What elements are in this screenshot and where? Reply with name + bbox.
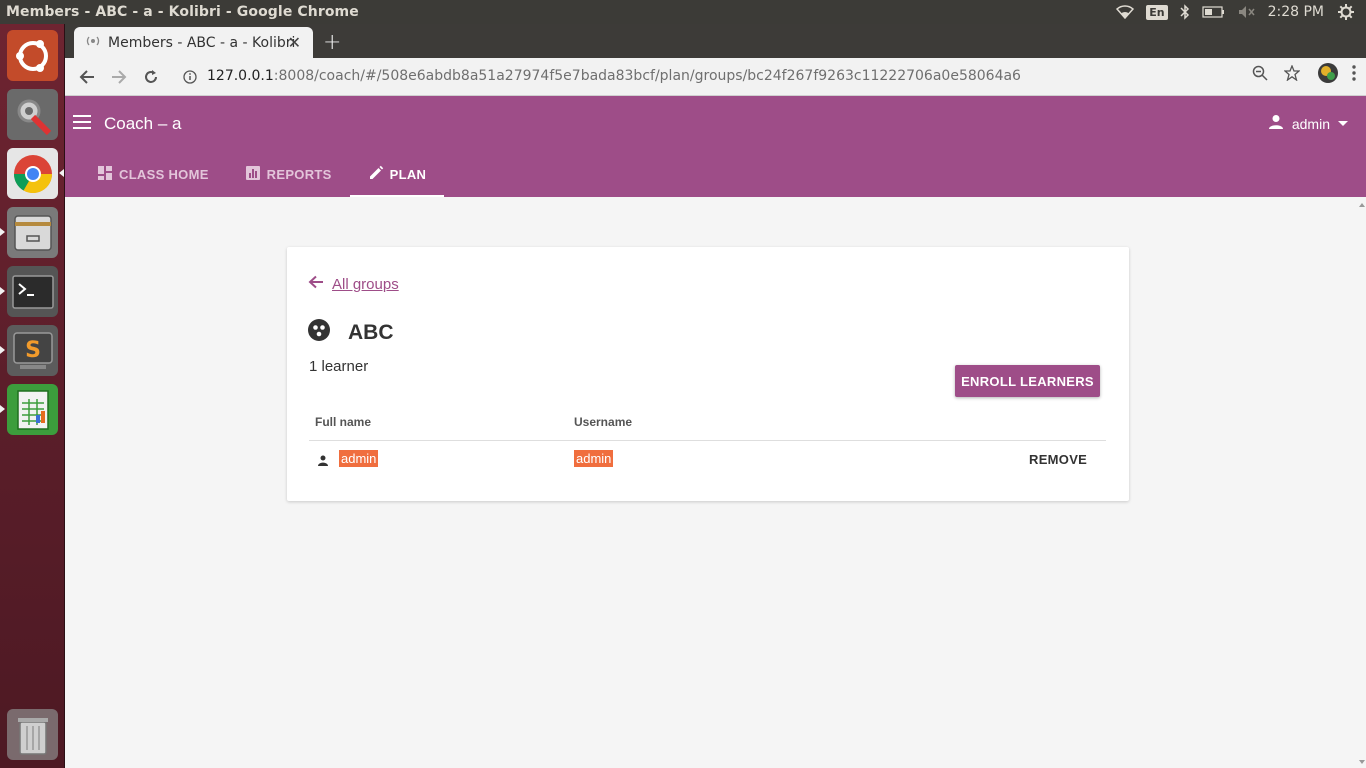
os-top-bar: Members - ABC - a - Kolibri - Google Chr… bbox=[0, 0, 1366, 24]
browser-toolbar: 127.0.0.1:8008/coach/#/508e6abdb8a51a279… bbox=[65, 58, 1366, 96]
username-label: admin bbox=[1291, 115, 1330, 132]
running-app-indicator bbox=[0, 228, 5, 236]
highlighted-full-name: admin bbox=[339, 450, 379, 467]
person-icon bbox=[1268, 114, 1284, 133]
system-tray: En 2:28 PM bbox=[1116, 0, 1366, 24]
battery-icon[interactable] bbox=[1201, 6, 1226, 18]
svg-text:S: S bbox=[25, 338, 41, 363]
running-app-indicator bbox=[0, 405, 5, 413]
scroll-down-arrow-icon[interactable] bbox=[1359, 760, 1365, 764]
window-title: Members - ABC - a - Kolibri - Google Chr… bbox=[6, 4, 359, 20]
files-icon[interactable] bbox=[7, 207, 58, 258]
trash-icon[interactable] bbox=[7, 709, 58, 760]
clock[interactable]: 2:28 PM bbox=[1268, 4, 1324, 20]
url-host: 127.0.0.1 bbox=[207, 68, 274, 84]
bar-chart-icon bbox=[245, 165, 267, 184]
forward-arrow-icon[interactable] bbox=[103, 61, 135, 93]
remove-learner-button[interactable]: REMOVE bbox=[1029, 452, 1087, 467]
highlighted-username: admin bbox=[574, 450, 614, 467]
group-card: All groups ABC 1 learner ENROLL LEARNERS… bbox=[287, 247, 1129, 501]
zoom-icon[interactable] bbox=[1252, 65, 1268, 85]
enroll-learners-button[interactable]: ENROLL LEARNERS bbox=[955, 365, 1100, 397]
column-header-username[interactable]: Username bbox=[574, 415, 632, 429]
chrome-icon[interactable] bbox=[7, 148, 58, 199]
learner-count: 1 learner bbox=[309, 358, 369, 375]
table-row-username: admin bbox=[574, 450, 614, 467]
system-settings-icon[interactable] bbox=[7, 89, 58, 140]
app-title: Coach – a bbox=[104, 114, 182, 133]
url-path: :8008/coach/#/508e6abdb8a51a27974f5e7bad… bbox=[273, 68, 1021, 84]
back-to-groups-link[interactable]: All groups bbox=[308, 275, 399, 293]
app-bar: Coach – a admin CLASS HOME REPORTS PLAN bbox=[65, 96, 1366, 197]
nav-tabs: CLASS HOME REPORTS PLAN bbox=[65, 152, 444, 197]
user-menu[interactable]: admin bbox=[1268, 114, 1348, 133]
bluetooth-icon[interactable] bbox=[1180, 4, 1190, 20]
browser-tab-title: Members - ABC - a - Kolibri bbox=[108, 34, 296, 51]
profile-avatar[interactable] bbox=[1318, 63, 1338, 87]
site-info-icon[interactable] bbox=[183, 69, 197, 88]
tab-plan[interactable]: PLAN bbox=[349, 152, 445, 197]
active-app-indicator bbox=[59, 169, 64, 177]
launcher: S bbox=[0, 24, 65, 768]
kolibri-favicon-icon bbox=[86, 33, 100, 52]
person-icon bbox=[318, 453, 328, 471]
browser-menu-icon[interactable] bbox=[1352, 65, 1356, 85]
chevron-down-icon bbox=[1338, 121, 1348, 126]
column-header-full-name[interactable]: Full name bbox=[315, 415, 371, 429]
ubuntu-dash-icon[interactable] bbox=[7, 30, 58, 81]
spreadsheet-icon[interactable] bbox=[7, 384, 58, 435]
reload-icon[interactable] bbox=[135, 61, 167, 93]
terminal-icon[interactable] bbox=[7, 266, 58, 317]
new-tab-button[interactable]: + bbox=[323, 30, 341, 55]
back-arrow-icon[interactable] bbox=[71, 61, 103, 93]
table-row-full-name: admin bbox=[339, 450, 379, 467]
gear-icon[interactable] bbox=[1338, 4, 1354, 20]
address-bar[interactable]: 127.0.0.1:8008/coach/#/508e6abdb8a51a279… bbox=[207, 68, 1021, 84]
group-header: ABC bbox=[308, 319, 394, 346]
tab-close-icon[interactable]: ✕ bbox=[288, 33, 301, 52]
back-arrow-icon bbox=[308, 275, 332, 293]
page-scrollbar[interactable] bbox=[1358, 197, 1366, 768]
scroll-up-arrow-icon[interactable] bbox=[1359, 203, 1365, 207]
browser-tab-strip: Members - ABC - a - Kolibri ✕ + bbox=[65, 24, 1366, 58]
sublime-text-icon[interactable]: S bbox=[7, 325, 58, 376]
tab-label: PLAN bbox=[389, 167, 427, 182]
group-name: ABC bbox=[348, 320, 394, 344]
browser-tab[interactable]: Members - ABC - a - Kolibri ✕ bbox=[74, 27, 313, 58]
dashboard-icon bbox=[97, 165, 119, 184]
wifi-icon[interactable] bbox=[1116, 5, 1135, 19]
tab-reports[interactable]: REPORTS bbox=[227, 152, 350, 197]
pencil-icon bbox=[368, 165, 390, 184]
tab-label: REPORTS bbox=[266, 167, 332, 182]
tab-label: CLASS HOME bbox=[119, 167, 209, 182]
running-app-indicator bbox=[0, 346, 5, 354]
back-link-label: All groups bbox=[332, 275, 399, 293]
menu-icon[interactable] bbox=[73, 115, 91, 129]
volume-muted-icon[interactable] bbox=[1238, 5, 1256, 19]
table-divider bbox=[309, 440, 1106, 441]
group-icon bbox=[308, 319, 330, 346]
keyboard-language-indicator[interactable]: En bbox=[1146, 4, 1168, 20]
tab-class-home[interactable]: CLASS HOME bbox=[65, 152, 227, 197]
bookmark-star-icon[interactable] bbox=[1283, 64, 1301, 85]
running-app-indicator bbox=[0, 287, 5, 295]
